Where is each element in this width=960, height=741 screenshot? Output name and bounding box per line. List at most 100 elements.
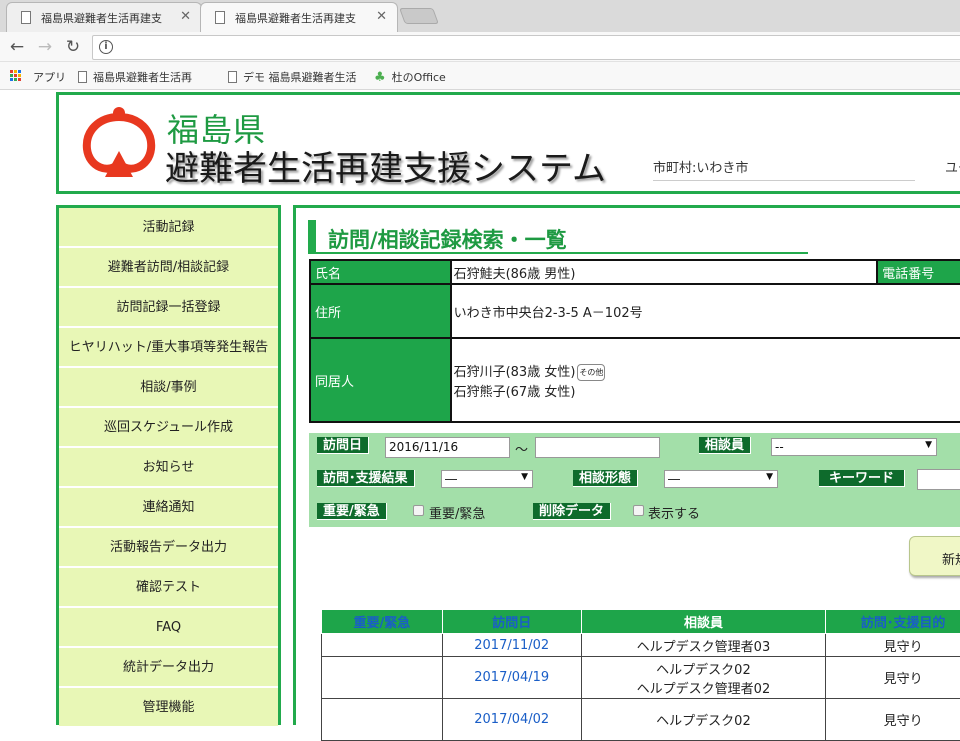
- purpose-cell: 見守り: [826, 657, 960, 699]
- show-deleted-label: 表示する: [648, 503, 700, 522]
- result-selected: ―: [445, 472, 457, 486]
- dropdown-arrow-icon: ▼: [521, 472, 528, 482]
- browser-tab-active[interactable]: 福島県避難者生活再建支 ✕: [200, 2, 398, 32]
- sidebar-item-notices[interactable]: お知らせ: [59, 448, 278, 488]
- visit-date-from-input[interactable]: 2016/11/16: [385, 437, 510, 458]
- sidebar-item-schedule[interactable]: 巡回スケジュール作成: [59, 408, 278, 448]
- visit-date-link[interactable]: 2017/04/19: [442, 657, 581, 699]
- sidebar-item-test[interactable]: 確認テスト: [59, 568, 278, 608]
- bookmark-item[interactable]: 福島県避難者生活再: [78, 69, 212, 85]
- document-icon: [78, 71, 87, 83]
- sidebar-item-messages[interactable]: 連絡通知: [59, 488, 278, 528]
- form-select[interactable]: ―▼: [664, 470, 778, 488]
- forward-icon[interactable]: →: [34, 36, 56, 58]
- tree-icon: ♣: [374, 70, 386, 85]
- urgent-cell: [322, 634, 443, 657]
- municipality-label: 市町村:いわき市: [653, 157, 915, 181]
- form-label: 相談形態: [573, 470, 638, 487]
- urgent-cell: [322, 657, 443, 699]
- main-panel: 訪問/相談記録検索・一覧 氏名 石狩鮭夫(86歳 男性) 電話番号 住所 いわき…: [293, 205, 960, 725]
- close-tab-icon[interactable]: ✕: [376, 9, 387, 24]
- counselor-select[interactable]: -- ▼: [771, 438, 937, 456]
- name-value: 石狩鮭夫(86歳 男性): [451, 260, 878, 284]
- dropdown-arrow-icon: ▼: [766, 472, 773, 482]
- bookmark-label: 杜のOffice: [392, 71, 446, 84]
- show-deleted-checkbox[interactable]: [633, 505, 644, 516]
- address-label: 住所: [310, 284, 451, 338]
- phone-label: 電話番号: [877, 260, 960, 284]
- bookmark-apps[interactable]: アプリ: [33, 69, 66, 85]
- browser-tab[interactable]: 福島県避難者生活再建支 ✕: [6, 2, 202, 32]
- visit-date-label: 訪問日: [317, 437, 369, 454]
- visit-date-link[interactable]: 2017/11/02: [442, 634, 581, 657]
- sidebar: 活動記録 避難者訪問/相談記録 訪問記録一括登録 ヒヤリハット/重大事項等発生報…: [56, 205, 281, 725]
- counselor-name: ヘルプデスク02: [582, 659, 826, 678]
- search-form: 訪問日 2016/11/16 ～ 相談員 --▼ 訪問･支援結果 ―▼ 相談形態…: [309, 433, 960, 527]
- name-label: 氏名: [310, 260, 451, 284]
- apps-grid-icon[interactable]: [10, 70, 22, 82]
- browser-tab-strip: 福島県避難者生活再建支 ✕ 福島県避難者生活再建支 ✕: [0, 0, 960, 32]
- sidebar-item-bulk-register[interactable]: 訪問記録一括登録: [59, 288, 278, 328]
- site-header: 福島県 避難者生活再建支援システム 市町村:いわき市 ユー: [56, 92, 960, 194]
- address-value: いわき市中央台2-3-5 A－102号: [451, 284, 960, 338]
- info-icon[interactable]: i: [99, 40, 113, 54]
- counselor-label: 相談員: [699, 437, 751, 454]
- counselor-cell: ヘルプデスク02ヘルプデスク管理者02: [581, 657, 826, 699]
- column-header-purpose[interactable]: 訪問･支援目的: [826, 610, 960, 634]
- document-icon: [215, 11, 225, 24]
- reload-icon[interactable]: ↻: [62, 36, 84, 58]
- back-icon[interactable]: ←: [6, 36, 28, 58]
- urgent-label: 重要/緊急: [317, 503, 387, 520]
- results-table: 重要/緊急 訪問日 相談員 訪問･支援目的 2017/11/02 ヘルプデスク管…: [321, 609, 960, 741]
- keyword-label: キーワード: [819, 470, 905, 487]
- sidebar-item-admin[interactable]: 管理機能: [59, 688, 278, 728]
- new-record-button[interactable]: 新規: [909, 536, 960, 576]
- bookmark-label: 福島県避難者生活再: [93, 71, 192, 84]
- column-header-urgent[interactable]: 重要/緊急: [322, 610, 443, 634]
- column-header-counselor: 相談員: [581, 610, 826, 634]
- result-select[interactable]: ―▼: [441, 470, 533, 488]
- cohabitant-label: 同居人: [310, 338, 451, 422]
- result-label: 訪問･支援結果: [317, 470, 415, 487]
- document-icon: [21, 11, 31, 24]
- sidebar-item-incident-report[interactable]: ヒヤリハット/重大事項等発生報告: [59, 328, 278, 368]
- dropdown-arrow-icon: ▼: [925, 440, 932, 450]
- bookmark-item[interactable]: ♣ 杜のOffice: [374, 69, 446, 85]
- column-header-visit-date[interactable]: 訪問日: [442, 610, 581, 634]
- sidebar-item-activity-log[interactable]: 活動記録: [59, 208, 278, 248]
- user-label: ユー: [945, 157, 960, 176]
- visit-date-to-input[interactable]: [535, 437, 660, 458]
- table-row[interactable]: 2017/11/02 ヘルプデスク管理者03 見守り: [322, 634, 960, 657]
- sidebar-item-report-export[interactable]: 活動報告データ出力: [59, 528, 278, 568]
- table-header-row: 重要/緊急 訪問日 相談員 訪問･支援目的: [322, 610, 960, 634]
- counselor-cell: ヘルプデスク管理者03: [581, 634, 826, 657]
- fukushima-logo-icon: [79, 105, 159, 181]
- counselor-name: ヘルプデスク管理者03: [582, 636, 826, 655]
- deleted-data-label: 削除データ: [533, 503, 611, 520]
- sidebar-item-visit-consult[interactable]: 避難者訪問/相談記録: [59, 248, 278, 288]
- new-tab-button[interactable]: [399, 8, 439, 24]
- bookmark-item[interactable]: デモ 福島県避難者生活: [228, 69, 362, 85]
- urgent-checkbox-label: 重要/緊急: [429, 503, 485, 522]
- bookmarks-bar: アプリ 福島県避難者生活再 デモ 福島県避難者生活 ♣ 杜のOffice: [0, 62, 960, 90]
- table-row[interactable]: 2017/04/19 ヘルプデスク02ヘルプデスク管理者02 見守り: [322, 657, 960, 699]
- tab-title: 福島県避難者生活再建支: [41, 12, 162, 25]
- browser-toolbar: ← → ↻ i: [0, 32, 960, 62]
- sidebar-item-cases[interactable]: 相談/事例: [59, 368, 278, 408]
- sidebar-item-stats-export[interactable]: 統計データ出力: [59, 648, 278, 688]
- counselor-name: ヘルプデスク管理者02: [582, 678, 826, 697]
- cohabitant-name: 石狩熊子(67歳 女性): [454, 381, 960, 400]
- counselor-selected: --: [775, 440, 784, 454]
- close-tab-icon[interactable]: ✕: [180, 9, 191, 24]
- sidebar-item-faq[interactable]: FAQ: [59, 608, 278, 648]
- other-tag: その他: [577, 364, 605, 381]
- document-icon: [228, 71, 237, 83]
- urgent-checkbox[interactable]: [413, 505, 424, 516]
- keyword-input[interactable]: [917, 469, 960, 490]
- cohabitant-name: 石狩川子(83歳 女性): [454, 365, 576, 380]
- form-selected: ―: [668, 472, 680, 486]
- address-bar[interactable]: i: [92, 35, 960, 60]
- date-range-separator: ～: [515, 439, 528, 458]
- tab-title: 福島県避難者生活再建支: [235, 12, 356, 25]
- cohabitant-value: 石狩川子(83歳 女性)その他 石狩熊子(67歳 女性): [451, 338, 960, 422]
